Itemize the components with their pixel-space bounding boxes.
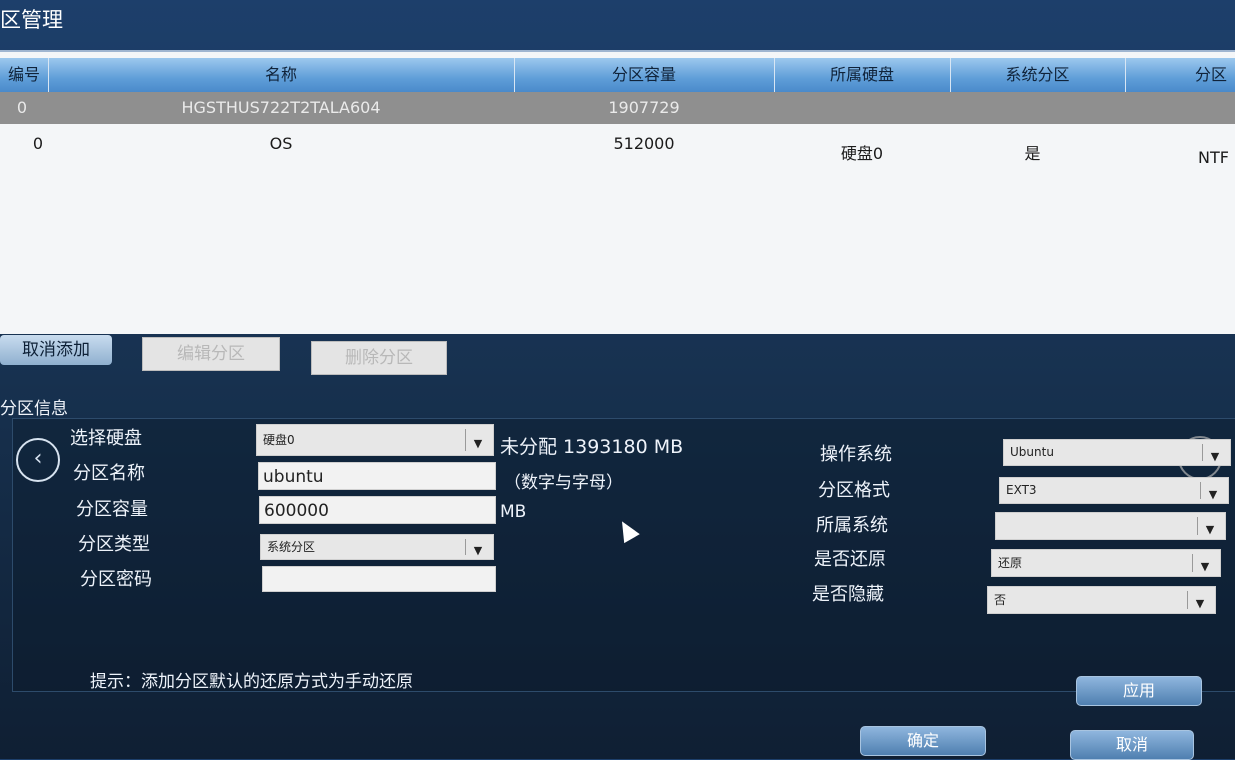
chevron-left-icon[interactable]: ‹ <box>16 438 60 482</box>
ok-button[interactable]: 确定 <box>860 726 986 756</box>
window-title: 区管理 <box>0 8 63 32</box>
hidden-label: 是否隐藏 <box>812 584 884 605</box>
partition-type-select[interactable]: 系统分区 ▼ <box>260 534 494 560</box>
apply-button[interactable]: 应用 <box>1076 676 1202 706</box>
chevron-down-icon: ▼ <box>1192 554 1217 573</box>
column-header-disk[interactable]: 所属硬盘 <box>774 58 951 92</box>
disk-select[interactable]: 硬盘0 ▼ <box>256 424 494 456</box>
chevron-down-icon: ▼ <box>465 429 490 451</box>
unallocated-text: 未分配 1393180 MB <box>500 436 684 458</box>
restore-label: 是否还原 <box>814 549 886 570</box>
cell-format: NTF <box>1198 148 1229 167</box>
partition-size-label: 分区容量 <box>76 499 148 520</box>
column-header-format[interactable]: 分区 <box>1125 58 1235 92</box>
partition-table: 编号 名称 分区容量 所属硬盘 系统分区 分区 0 HGSTHUS722T2TA… <box>0 50 1235 334</box>
chevron-down-icon: ▼ <box>465 539 490 557</box>
chevron-down-icon: ▼ <box>1200 482 1225 501</box>
chevron-down-icon: ▼ <box>1202 444 1227 463</box>
os-select[interactable]: Ubuntu ▼ <box>1003 439 1231 466</box>
belongs-system-select[interactable]: ▼ <box>995 512 1226 540</box>
partition-size-input[interactable]: 600000 <box>259 496 496 524</box>
cell-system: 是 <box>1024 144 1041 163</box>
column-header-capacity[interactable]: 分区容量 <box>514 58 775 92</box>
belongs-system-label: 所属系统 <box>816 515 888 536</box>
partition-name-input[interactable]: ubuntu <box>258 462 496 490</box>
table-header: 编号 名称 分区容量 所属硬盘 系统分区 分区 <box>0 58 1235 92</box>
cancel-add-button[interactable]: 取消添加 <box>0 335 112 365</box>
edit-partition-button[interactable]: 编辑分区 <box>142 337 280 371</box>
format-select-value: EXT3 <box>1006 483 1037 497</box>
restore-select[interactable]: 还原 ▼ <box>991 549 1221 577</box>
disk-select-value: 硬盘0 <box>263 433 295 447</box>
format-select[interactable]: EXT3 ▼ <box>999 477 1229 504</box>
cell-number: 0 <box>16 98 28 117</box>
cancel-button[interactable]: 取消 <box>1070 730 1194 760</box>
select-disk-label: 选择硬盘 <box>70 428 142 449</box>
cell-name: HGSTHUS722T2TALA604 <box>181 98 381 117</box>
tip-text: 提示：添加分区默认的还原方式为手动还原 <box>90 672 413 692</box>
chevron-down-icon: ▼ <box>1187 591 1212 610</box>
os-select-value: Ubuntu <box>1010 445 1054 459</box>
column-header-number[interactable]: 编号 <box>0 58 49 92</box>
hidden-select-value: 否 <box>994 593 1007 607</box>
cell-capacity: 1907729 <box>608 98 680 117</box>
column-header-system[interactable]: 系统分区 <box>950 58 1126 92</box>
hidden-select[interactable]: 否 ▼ <box>987 586 1216 614</box>
partition-password-input[interactable] <box>262 566 496 592</box>
table-row[interactable]: 0 OS 512000 硬盘0 是 NTF <box>0 128 1235 167</box>
delete-partition-button[interactable]: 删除分区 <box>311 341 447 375</box>
column-header-name[interactable]: 名称 <box>48 58 515 92</box>
cell-capacity: 512000 <box>613 134 675 153</box>
section-title-partition-info: 分区信息 <box>0 399 68 419</box>
name-hint-text: （数字与字母） <box>504 473 623 493</box>
cell-name: OS <box>269 134 293 153</box>
partition-type-label: 分区类型 <box>78 534 150 555</box>
cell-disk: 硬盘0 <box>840 144 884 163</box>
restore-select-value: 还原 <box>998 556 1023 570</box>
os-label: 操作系统 <box>820 444 892 465</box>
partition-type-value: 系统分区 <box>267 540 316 554</box>
size-unit-text: MB <box>500 502 527 522</box>
table-row[interactable]: 0 HGSTHUS722T2TALA604 1907729 <box>0 92 1235 124</box>
format-label: 分区格式 <box>818 480 890 501</box>
partition-password-label: 分区密码 <box>80 569 152 590</box>
partition-name-label: 分区名称 <box>73 463 145 484</box>
chevron-down-icon: ▼ <box>1197 517 1222 536</box>
